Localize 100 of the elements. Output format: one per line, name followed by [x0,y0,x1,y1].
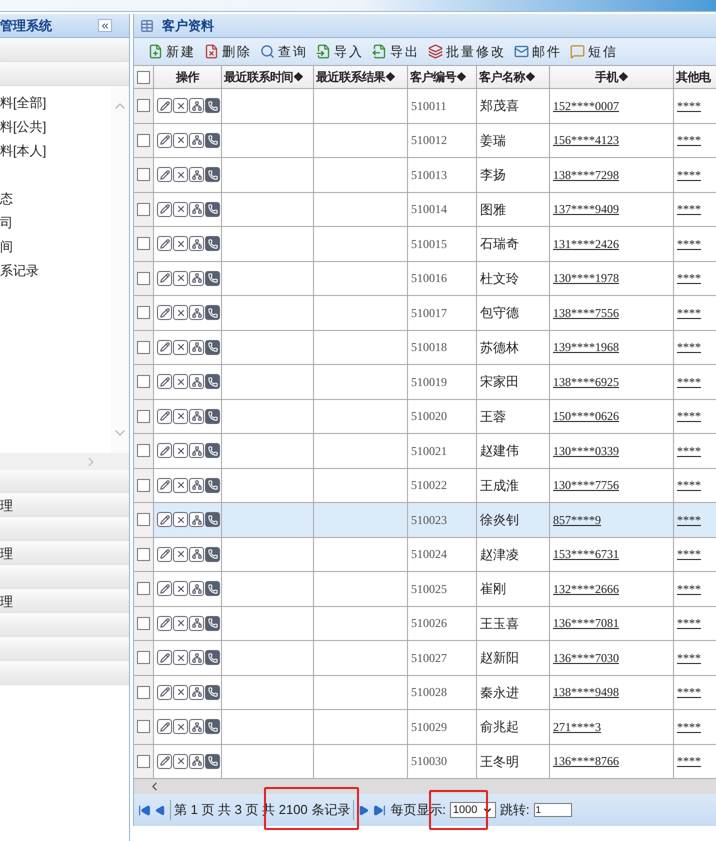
sidebar-item[interactable]: 间 [0,235,111,259]
last-page-button[interactable] [373,804,386,816]
phone-link[interactable]: 131****2426 [553,234,619,253]
edit-icon[interactable] [157,512,172,528]
table-row[interactable]: 510024 赵津凌 153****6731 **** [134,538,716,572]
phone-icon[interactable] [205,340,220,355]
phone-icon[interactable] [205,270,220,286]
phone-link[interactable]: 138****7298 [553,166,619,184]
row-checkbox[interactable] [137,375,150,388]
phone-link[interactable]: 137****9409 [553,200,619,218]
phone-icon[interactable] [205,684,220,700]
table-row[interactable]: 510027 赵新阳 136****7030 **** [134,641,716,676]
tree-icon[interactable] [189,202,204,217]
tree-icon[interactable] [189,167,204,182]
table-row[interactable]: 510020 王蓉 150****0626 **** [134,400,716,434]
tree-icon[interactable] [189,443,204,458]
phone-link[interactable]: **** [677,614,701,632]
phone-icon[interactable] [205,236,220,252]
edit-icon[interactable] [157,684,172,700]
phone-link[interactable]: 136****7030 [553,648,619,667]
edit-icon[interactable] [157,478,172,493]
vertical-scrollbar[interactable] [111,86,129,453]
row-checkbox[interactable] [137,410,150,423]
sidebar-item[interactable]: 司 [0,211,111,235]
close-icon[interactable] [173,340,188,355]
edit-icon[interactable] [157,443,172,458]
close-icon[interactable] [173,719,188,734]
phone-link[interactable]: **** [677,234,701,253]
tree-icon[interactable] [189,478,204,493]
close-icon[interactable] [173,512,188,528]
page-size-select[interactable]: 1000 [450,802,496,818]
column-header[interactable]: 客户编号❖ [408,66,477,88]
close-icon[interactable] [173,167,188,182]
edit-icon[interactable] [157,305,172,320]
close-icon[interactable] [173,202,188,217]
jump-field[interactable]: 1 [534,803,572,817]
phone-link[interactable]: **** [677,372,701,391]
tree-icon[interactable] [189,616,204,631]
row-checkbox[interactable] [137,548,150,561]
horizontal-scrollbar[interactable] [134,779,716,794]
edit-icon[interactable] [157,650,172,666]
collapse-button[interactable] [98,19,112,32]
select-all-checkbox[interactable] [137,70,150,84]
row-checkbox[interactable] [137,237,150,250]
phone-link[interactable]: 132****2666 [553,580,619,598]
phone-icon[interactable] [205,754,220,769]
phone-icon[interactable] [205,167,220,182]
toolbar-button[interactable]: 查询 [260,42,308,62]
edit-icon[interactable] [157,132,172,148]
tree-icon[interactable] [189,270,204,286]
phone-link[interactable]: **** [677,442,701,460]
close-icon[interactable] [173,684,188,700]
row-checkbox[interactable] [137,444,150,458]
tree-icon[interactable] [189,305,204,320]
toolbar-button[interactable]: 新建 [148,42,196,62]
row-checkbox[interactable] [137,686,150,699]
tree-icon[interactable] [189,132,204,148]
table-row[interactable]: 510022 王成淮 130****7756 **** [134,468,716,503]
toolbar-button[interactable]: 导入 [316,42,364,62]
close-icon[interactable] [173,270,188,286]
tree-icon[interactable] [189,581,204,596]
close-icon[interactable] [173,132,188,148]
phone-link[interactable]: 136****7081 [553,614,619,632]
phone-link[interactable]: 152****0007 [553,96,619,115]
column-header[interactable]: 操作 [154,66,222,88]
close-icon[interactable] [173,374,188,390]
sidebar-item[interactable]: 系记录 [0,259,111,283]
phone-icon[interactable] [205,132,220,148]
edit-icon[interactable] [157,270,172,286]
row-checkbox[interactable] [137,99,150,112]
edit-icon[interactable] [157,167,172,182]
row-checkbox[interactable] [137,582,150,596]
sidebar-item[interactable]: 料[公共] [0,115,111,139]
tree-icon[interactable] [189,98,204,114]
table-row[interactable]: 510028 秦永进 138****9498 **** [134,676,716,710]
table-row[interactable]: 510021 赵建伟 130****0339 **** [134,434,716,468]
row-checkbox[interactable] [137,272,150,285]
close-icon[interactable] [173,236,188,252]
phone-link[interactable]: 130****7756 [553,476,619,494]
table-row[interactable]: 510014 图雅 137****9409 **** [134,192,716,227]
phone-link[interactable]: **** [677,648,701,667]
phone-link[interactable]: **** [677,96,701,115]
column-header[interactable]: 最近联系时间❖ [222,66,314,88]
row-checkbox[interactable] [137,754,150,768]
edit-icon[interactable] [157,581,172,596]
toolbar-button[interactable]: 邮件 [514,42,562,62]
phone-icon[interactable] [205,98,220,114]
phone-icon[interactable] [205,650,220,666]
close-icon[interactable] [173,443,188,458]
phone-icon[interactable] [205,616,220,631]
edit-icon[interactable] [157,719,172,734]
tree-icon[interactable] [189,546,204,562]
close-icon[interactable] [173,581,188,596]
tree-icon[interactable] [189,754,204,769]
tree-icon[interactable] [189,512,204,528]
tree-icon[interactable] [189,236,204,252]
phone-link[interactable]: 156****4123 [553,131,619,150]
phone-link[interactable]: **** [677,683,701,702]
close-icon[interactable] [173,408,188,424]
phone-icon[interactable] [205,443,220,458]
